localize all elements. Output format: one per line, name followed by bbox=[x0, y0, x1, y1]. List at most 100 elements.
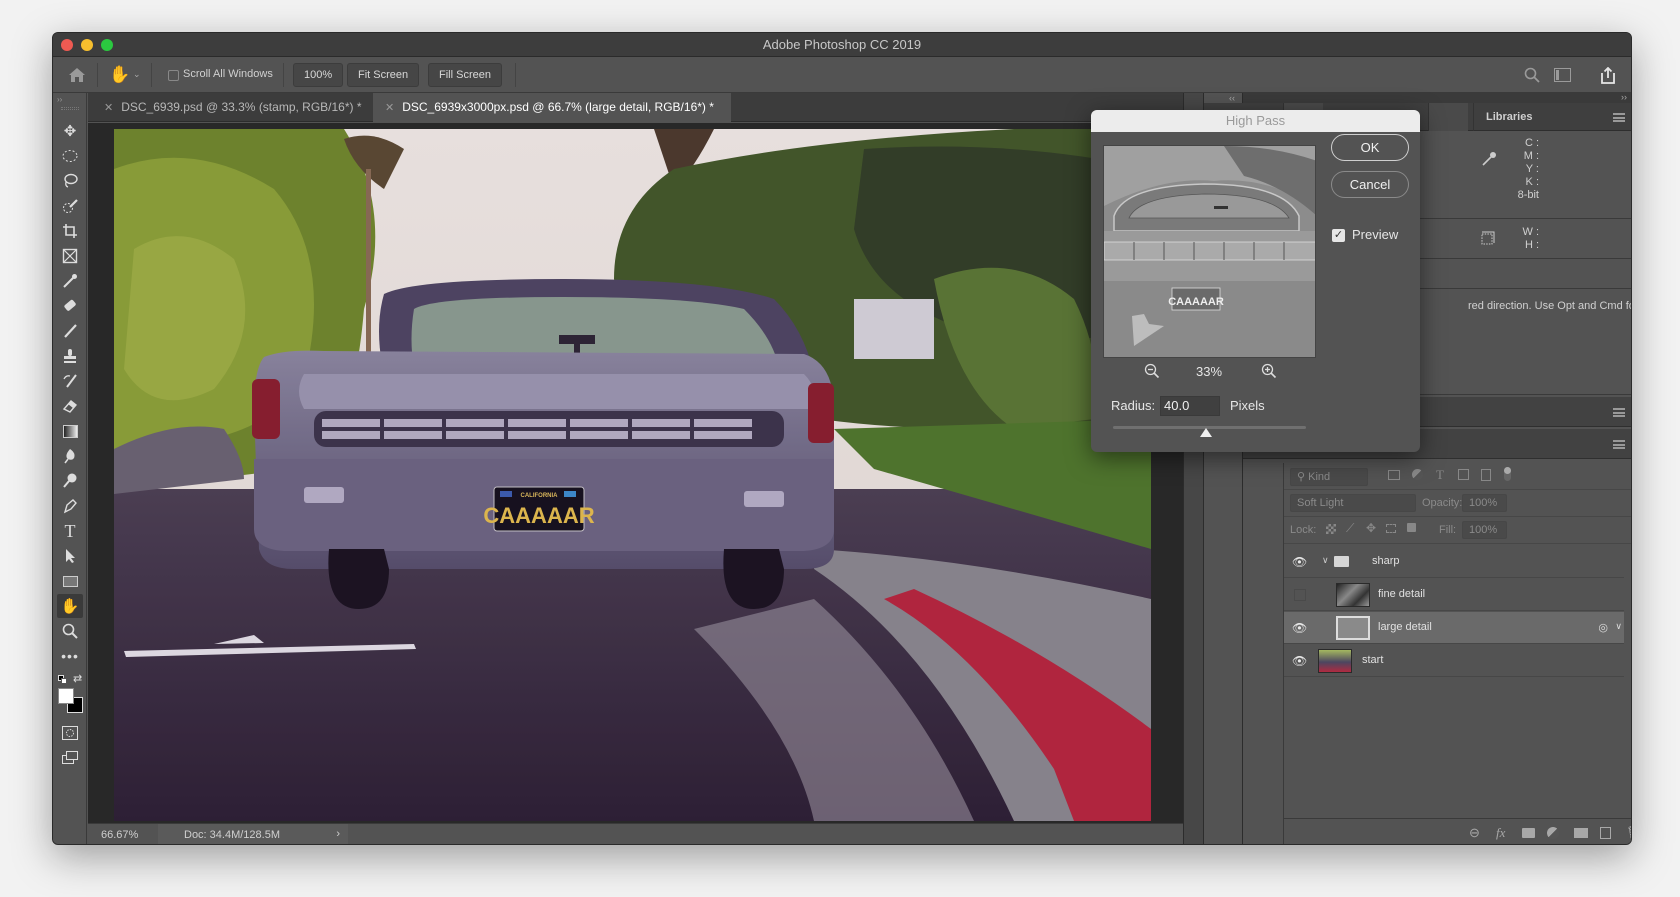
lasso-tool-icon[interactable] bbox=[57, 169, 83, 193]
visibility-off-box[interactable] bbox=[1294, 589, 1306, 601]
panel-menu-icon[interactable] bbox=[1613, 440, 1625, 449]
lock-position-icon[interactable]: ✥ bbox=[1366, 521, 1376, 535]
panel-menu-icon[interactable] bbox=[1613, 113, 1625, 122]
filter-preview[interactable]: CAAAAAR bbox=[1103, 145, 1316, 358]
collapse-panel-icon[interactable]: ›› bbox=[57, 95, 62, 104]
layer-row[interactable]: 👁 start bbox=[1284, 645, 1624, 677]
libraries-tab[interactable]: Libraries bbox=[1473, 103, 1544, 131]
healing-brush-tool-icon[interactable] bbox=[57, 294, 83, 318]
chevron-right-icon[interactable]: › bbox=[336, 828, 340, 840]
layer-row-group[interactable]: 👁 ∨ sharp bbox=[1284, 546, 1624, 578]
visibility-eye-icon[interactable]: 👁 bbox=[1292, 654, 1307, 668]
foreground-color-swatch[interactable] bbox=[58, 688, 74, 704]
move-tool-icon[interactable]: ✥ bbox=[57, 119, 83, 143]
marquee-tool-icon[interactable] bbox=[57, 144, 83, 168]
filter-toggle[interactable] bbox=[1504, 467, 1511, 481]
fx-icon[interactable]: fx bbox=[1496, 825, 1505, 841]
rectangle-tool-icon[interactable] bbox=[57, 569, 83, 593]
hand-tool-preset-icon[interactable]: ✋ bbox=[109, 64, 131, 86]
layer-row[interactable]: fine detail bbox=[1284, 579, 1624, 611]
gradient-tool-icon[interactable] bbox=[57, 419, 83, 443]
radius-label: Radius: bbox=[1111, 398, 1156, 413]
filter-type-icon[interactable]: T bbox=[1436, 467, 1444, 483]
default-colors-icon[interactable] bbox=[58, 675, 67, 684]
quick-mask-icon[interactable] bbox=[57, 721, 83, 745]
zoom-level-readout[interactable]: 66.67% bbox=[101, 829, 138, 841]
clone-stamp-tool-icon[interactable] bbox=[57, 344, 83, 368]
link-layers-icon[interactable]: ⊖ bbox=[1469, 825, 1480, 841]
radius-slider-thumb[interactable] bbox=[1199, 428, 1212, 437]
panel-menu-icon[interactable] bbox=[1613, 408, 1625, 417]
document-tab-active[interactable]: ✕ DSC_6939x3000px.psd @ 66.7% (large deta… bbox=[373, 93, 731, 122]
preview-checkbox[interactable]: ✓ bbox=[1332, 229, 1345, 242]
type-tool-icon[interactable]: T bbox=[57, 519, 83, 543]
close-tab-icon[interactable]: ✕ bbox=[104, 102, 113, 114]
eraser-tool-icon[interactable] bbox=[57, 394, 83, 418]
chevron-down-icon[interactable]: ⌄ bbox=[133, 69, 141, 80]
eyedropper-tool-icon[interactable] bbox=[57, 269, 83, 293]
layer-kind-filter[interactable]: ⚲ Kind bbox=[1290, 468, 1368, 486]
cancel-button[interactable]: Cancel bbox=[1331, 171, 1409, 198]
layer-row-selected[interactable]: 👁 large detail ◎ ∨ bbox=[1284, 612, 1624, 644]
fit-screen-button[interactable]: Fit Screen bbox=[347, 63, 420, 87]
doc-info-area[interactable]: Doc: 34.4M/128.5M › bbox=[158, 824, 348, 844]
collapse-panels-icon[interactable]: ›› bbox=[1621, 92, 1627, 102]
new-group-icon[interactable] bbox=[1574, 828, 1588, 838]
workspace-icon[interactable] bbox=[1553, 67, 1571, 83]
document-tab[interactable]: ✕ DSC_6939.psd @ 33.3% (stamp, RGB/16*) * bbox=[92, 93, 370, 122]
blend-mode-select[interactable]: Soft Light bbox=[1290, 494, 1416, 512]
fill-input[interactable]: 100% bbox=[1462, 521, 1507, 539]
edit-toolbar-icon[interactable]: ••• bbox=[57, 644, 83, 668]
brush-tool-icon[interactable] bbox=[57, 319, 83, 343]
hand-tool-icon[interactable]: ✋ bbox=[57, 594, 83, 618]
layer-thumbnail bbox=[1336, 583, 1370, 607]
swap-colors-icon[interactable]: ⇄ bbox=[73, 672, 82, 685]
lock-transparent-icon[interactable] bbox=[1326, 524, 1336, 534]
filter-shape-icon[interactable] bbox=[1458, 469, 1469, 480]
new-layer-icon[interactable] bbox=[1600, 827, 1611, 839]
visibility-eye-icon[interactable]: 👁 bbox=[1292, 621, 1307, 635]
radius-input[interactable]: 40.0 bbox=[1160, 396, 1220, 416]
canvas-area[interactable]: CALIFORNIA CAAAAAR bbox=[88, 123, 1183, 823]
filter-adjustment-icon[interactable] bbox=[1412, 469, 1423, 480]
screen-mode-icon[interactable] bbox=[57, 746, 83, 770]
doc-size-readout: Doc: 34.4M/128.5M bbox=[184, 829, 280, 841]
adjustment-layer-icon[interactable] bbox=[1547, 827, 1559, 839]
search-icon[interactable] bbox=[1523, 66, 1541, 84]
zoom-tool-icon[interactable] bbox=[57, 619, 83, 643]
path-selection-tool-icon[interactable] bbox=[57, 544, 83, 568]
lock-all-icon[interactable] bbox=[1407, 523, 1416, 532]
history-brush-tool-icon[interactable] bbox=[57, 369, 83, 393]
dodge-tool-icon[interactable] bbox=[57, 469, 83, 493]
dialog-title[interactable]: High Pass bbox=[1091, 110, 1420, 132]
quick-selection-tool-icon[interactable] bbox=[57, 194, 83, 218]
pen-tool-icon[interactable] bbox=[57, 494, 83, 518]
panel-grip[interactable] bbox=[61, 107, 79, 110]
add-mask-icon[interactable] bbox=[1522, 828, 1535, 838]
zoom-out-icon[interactable] bbox=[1144, 363, 1160, 384]
smart-filter-icon[interactable]: ◎ bbox=[1598, 621, 1608, 634]
document-canvas-image[interactable]: CALIFORNIA CAAAAAR bbox=[114, 129, 1151, 821]
scroll-all-windows-checkbox[interactable] bbox=[168, 70, 179, 81]
share-icon[interactable] bbox=[1598, 65, 1618, 85]
close-tab-icon[interactable]: ✕ bbox=[385, 102, 394, 114]
crop-tool-icon[interactable] bbox=[57, 219, 83, 243]
home-icon[interactable] bbox=[67, 65, 87, 85]
visibility-eye-icon[interactable]: 👁 bbox=[1292, 555, 1307, 569]
zoom-in-icon[interactable] bbox=[1261, 363, 1277, 384]
frame-tool-icon[interactable] bbox=[57, 244, 83, 268]
ok-button[interactable]: OK bbox=[1331, 134, 1409, 161]
filter-smart-object-icon[interactable] bbox=[1481, 469, 1491, 481]
expand-panels-icon[interactable]: ‹‹ bbox=[1229, 93, 1235, 103]
fill-screen-button[interactable]: Fill Screen bbox=[428, 63, 502, 87]
lock-image-icon[interactable]: ⟋ bbox=[1346, 521, 1354, 536]
filter-pixel-icon[interactable] bbox=[1388, 470, 1400, 480]
panel-tab[interactable] bbox=[1428, 103, 1468, 131]
chevron-down-icon[interactable]: ∨ bbox=[1615, 621, 1622, 632]
opacity-input[interactable]: 100% bbox=[1462, 494, 1507, 512]
trash-icon[interactable]: 🗑 bbox=[1626, 825, 1631, 841]
lock-artboard-icon[interactable] bbox=[1386, 524, 1396, 533]
chevron-down-icon[interactable]: ∨ bbox=[1322, 555, 1329, 566]
zoom-100-button[interactable]: 100% bbox=[293, 63, 344, 87]
blur-tool-icon[interactable] bbox=[57, 444, 83, 468]
